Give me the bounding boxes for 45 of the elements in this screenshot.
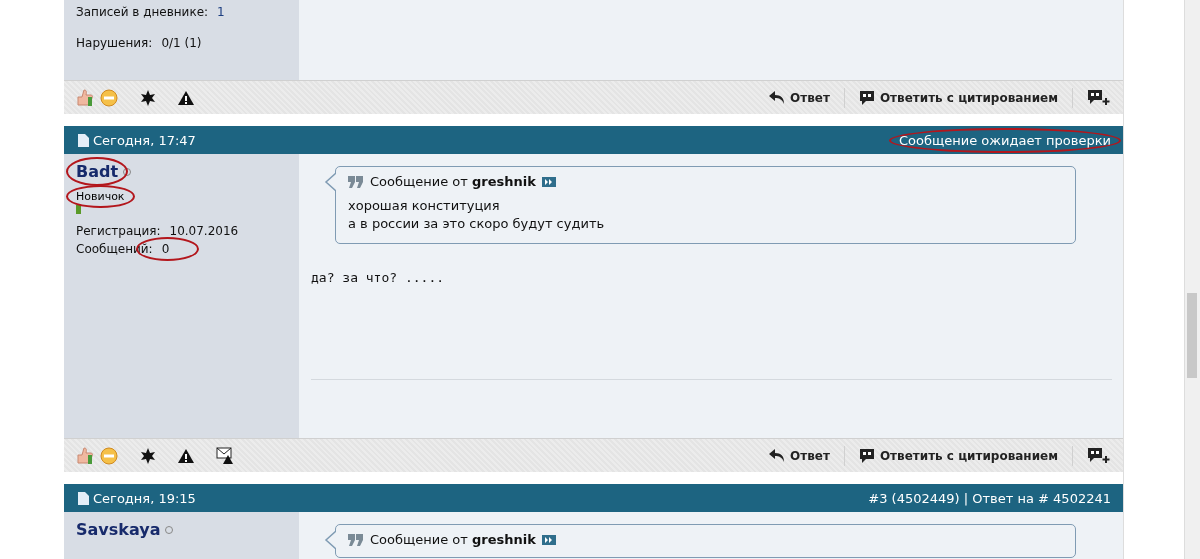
speech-bubble-icon	[858, 447, 875, 464]
stat-value: 0	[161, 242, 170, 256]
post-status: #3 (4502449) | Ответ на # 4502241	[868, 490, 1111, 506]
go-to-post-icon[interactable]	[541, 534, 556, 545]
speech-bubble-icon	[858, 89, 875, 106]
warning-icon[interactable]	[178, 90, 194, 105]
smiley-icon[interactable]	[100, 446, 118, 465]
username-link[interactable]: Badt	[76, 162, 119, 181]
quote-attribution: Сообщение от greshnik	[370, 174, 536, 189]
quote-reply-button[interactable]: Ответить с цитированием	[858, 447, 1058, 464]
post-date: Сегодня, 17:47	[93, 132, 196, 148]
stat-value: 10.07.2016	[169, 224, 239, 238]
report-mail-icon[interactable]	[216, 446, 234, 465]
post-date: Сегодня, 19:15	[93, 490, 196, 506]
stat-label: Нарушения:	[76, 36, 153, 50]
stat-label: Записей в дневнике:	[76, 5, 209, 19]
thumbs-up-icon[interactable]	[76, 88, 94, 107]
post-status: Сообщение ожидает проверки	[899, 132, 1111, 148]
reply-button[interactable]: Ответ	[769, 90, 830, 105]
multi-quote-icon[interactable]	[1087, 88, 1111, 107]
go-to-post-icon[interactable]	[541, 176, 556, 187]
reply-arrow-icon	[769, 90, 786, 105]
multi-quote-icon[interactable]	[1087, 446, 1111, 465]
reply-button[interactable]: Ответ	[769, 448, 830, 463]
post-message: да? за что? .....	[311, 270, 446, 285]
user-rank: Новичок	[76, 190, 125, 203]
document-icon	[78, 491, 89, 505]
stat-label: Регистрация:	[76, 224, 161, 238]
asterisk-icon[interactable]	[140, 447, 156, 464]
quote-text: хорошая конституция а в россии за это скоро будут судить	[348, 197, 606, 233]
smiley-icon[interactable]	[100, 88, 118, 107]
scrollbar-thumb[interactable]	[1187, 293, 1197, 378]
quote-icon	[348, 175, 364, 188]
username-link[interactable]: Savskaya	[76, 520, 161, 539]
quote-attribution: Сообщение от greshnik	[370, 532, 536, 547]
reply-arrow-icon	[769, 448, 786, 463]
stat-value: 0/1 (1)	[161, 36, 202, 50]
warning-icon[interactable]	[178, 448, 194, 463]
quote-reply-button[interactable]: Ответить с цитированием	[858, 89, 1058, 106]
quote-icon	[348, 533, 364, 546]
asterisk-icon[interactable]	[140, 89, 156, 106]
document-icon	[78, 133, 89, 147]
stat-value: 1	[217, 5, 225, 19]
thumbs-up-icon[interactable]	[76, 446, 94, 465]
scrollbar[interactable]	[1184, 0, 1200, 559]
